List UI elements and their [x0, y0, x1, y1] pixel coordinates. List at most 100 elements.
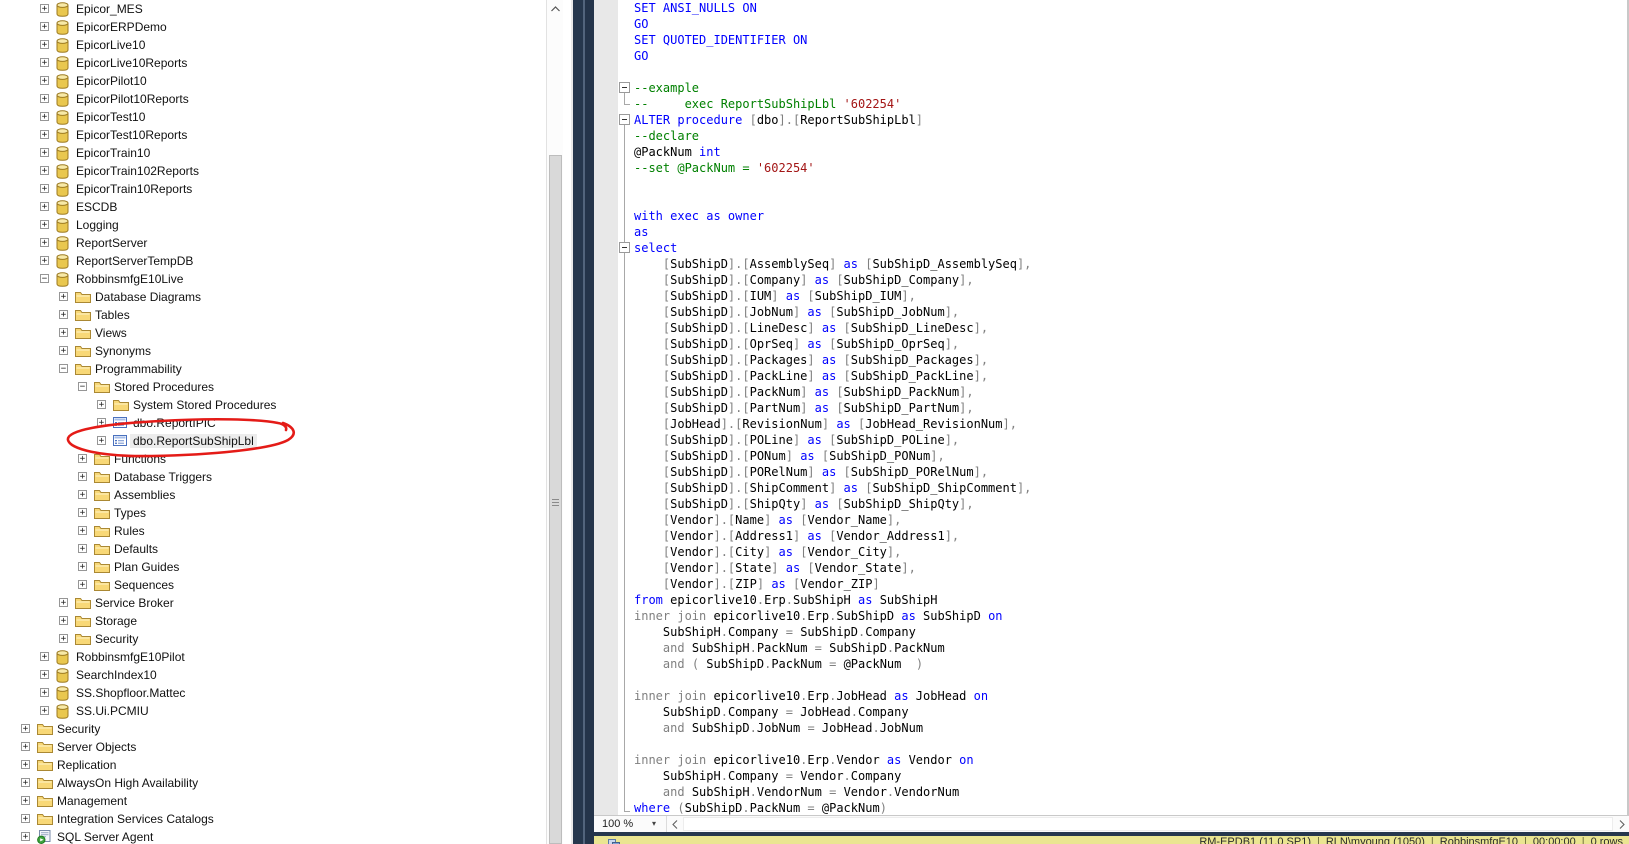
tree-item-epicortrain102reports[interactable]: +EpicorTrain102Reports — [0, 162, 545, 180]
expand-toggle-icon[interactable]: + — [78, 508, 87, 517]
expand-toggle-icon[interactable]: + — [59, 310, 68, 319]
expand-toggle-icon[interactable]: + — [40, 688, 49, 697]
horizontal-scrollbar-track[interactable] — [683, 817, 1613, 831]
expand-toggle-icon[interactable]: + — [78, 544, 87, 553]
tree-item-ss-shopfloor-mattec[interactable]: +SS.Shopfloor.Mattec — [0, 684, 545, 702]
zoom-dropdown-caret-icon[interactable]: ▾ — [652, 816, 656, 832]
tree-item-epicorerpdemo[interactable]: +EpicorERPDemo — [0, 18, 545, 36]
expand-toggle-icon[interactable]: + — [40, 58, 49, 67]
expand-toggle-icon[interactable]: + — [21, 814, 30, 823]
expand-toggle-icon[interactable]: + — [40, 148, 49, 157]
expand-toggle-icon[interactable]: + — [40, 184, 49, 193]
tree-item-security[interactable]: +Security — [0, 630, 545, 648]
tree-item-system-stored-procedures[interactable]: +System Stored Procedures — [0, 396, 545, 414]
expand-toggle-icon[interactable]: + — [78, 454, 87, 463]
expand-toggle-icon[interactable]: + — [59, 328, 68, 337]
expand-toggle-icon[interactable]: + — [97, 436, 106, 445]
tree-item-epicor-mes[interactable]: +Epicor_MES — [0, 0, 545, 18]
fold-collapse-toggle-icon[interactable] — [619, 114, 630, 125]
tree-item-synonyms[interactable]: +Synonyms — [0, 342, 545, 360]
tree-item-defaults[interactable]: +Defaults — [0, 540, 545, 558]
expand-toggle-icon[interactable]: + — [40, 4, 49, 13]
expand-toggle-icon[interactable]: + — [40, 670, 49, 679]
tree-item-assemblies[interactable]: +Assemblies — [0, 486, 545, 504]
tree-item-integration-services-catalogs[interactable]: +Integration Services Catalogs — [0, 810, 545, 828]
tree-item-replication[interactable]: +Replication — [0, 756, 545, 774]
tree-item-service-broker[interactable]: +Service Broker — [0, 594, 545, 612]
expand-toggle-icon[interactable]: + — [21, 832, 30, 841]
tree-item-alwayson-high-availability[interactable]: +AlwaysOn High Availability — [0, 774, 545, 792]
tree-item-epicorlive10reports[interactable]: +EpicorLive10Reports — [0, 54, 545, 72]
tree-item-dbo-reportsubshiplbl[interactable]: +dbo.ReportSubShipLbl — [0, 432, 545, 450]
tree-item-views[interactable]: +Views — [0, 324, 545, 342]
expand-toggle-icon[interactable]: + — [40, 166, 49, 175]
tree-item-storage[interactable]: +Storage — [0, 612, 545, 630]
tree-item-epicorpilot10[interactable]: +EpicorPilot10 — [0, 72, 545, 90]
tree-item-epicorpilot10reports[interactable]: +EpicorPilot10Reports — [0, 90, 545, 108]
scroll-left-arrow-icon[interactable] — [667, 816, 682, 832]
expand-toggle-icon[interactable]: + — [21, 760, 30, 769]
expand-toggle-icon[interactable]: + — [97, 418, 106, 427]
expand-toggle-icon[interactable]: + — [59, 634, 68, 643]
expand-toggle-icon[interactable]: + — [40, 706, 49, 715]
horizontal-scrollbar[interactable] — [666, 816, 1629, 832]
scrollbar-up-arrow-icon[interactable] — [547, 0, 564, 17]
sql-code-area[interactable]: SET ANSI_NULLS ONGOSET QUOTED_IDENTIFIER… — [594, 0, 1629, 815]
panel-splitter[interactable] — [571, 0, 594, 844]
tree-item-epicortrain10[interactable]: +EpicorTrain10 — [0, 144, 545, 162]
tree-item-robbinsmfge10live[interactable]: −RobbinsmfgE10Live — [0, 270, 545, 288]
expand-toggle-icon[interactable]: + — [21, 742, 30, 751]
tree-item-security[interactable]: +Security — [0, 720, 545, 738]
tree-item-robbinsmfge10pilot[interactable]: +RobbinsmfgE10Pilot — [0, 648, 545, 666]
tree-item-management[interactable]: +Management — [0, 792, 545, 810]
tree-item-tables[interactable]: +Tables — [0, 306, 545, 324]
expand-toggle-icon[interactable]: + — [59, 292, 68, 301]
expand-toggle-icon[interactable]: + — [40, 652, 49, 661]
tree-item-server-objects[interactable]: +Server Objects — [0, 738, 545, 756]
expand-toggle-icon[interactable]: + — [78, 490, 87, 499]
fold-collapse-toggle-icon[interactable] — [619, 82, 630, 93]
expand-toggle-icon[interactable]: + — [78, 562, 87, 571]
expand-toggle-icon[interactable]: + — [40, 40, 49, 49]
tree-item-epicorlive10[interactable]: +EpicorLive10 — [0, 36, 545, 54]
object-explorer-scrollbar[interactable] — [546, 0, 563, 844]
editor-zoom-control[interactable]: 100 % ▾ — [594, 816, 664, 832]
expand-toggle-icon[interactable]: + — [78, 526, 87, 535]
collapse-toggle-icon[interactable]: − — [59, 364, 68, 373]
expand-toggle-icon[interactable]: + — [78, 580, 87, 589]
scroll-right-arrow-icon[interactable] — [1614, 816, 1629, 832]
expand-toggle-icon[interactable]: + — [97, 400, 106, 409]
expand-toggle-icon[interactable]: + — [40, 220, 49, 229]
tree-item-epicortest10[interactable]: +EpicorTest10 — [0, 108, 545, 126]
expand-toggle-icon[interactable]: + — [40, 238, 49, 247]
scrollbar-thumb[interactable] — [549, 155, 562, 844]
expand-toggle-icon[interactable]: + — [59, 616, 68, 625]
tree-item-stored-procedures[interactable]: −Stored Procedures — [0, 378, 545, 396]
tree-item-reportserver[interactable]: +ReportServer — [0, 234, 545, 252]
expand-toggle-icon[interactable]: + — [21, 724, 30, 733]
tree-item-database-diagrams[interactable]: +Database Diagrams — [0, 288, 545, 306]
fold-collapse-toggle-icon[interactable] — [619, 242, 630, 253]
expand-toggle-icon[interactable]: + — [78, 472, 87, 481]
collapse-toggle-icon[interactable]: − — [78, 382, 87, 391]
tree-item-programmability[interactable]: −Programmability — [0, 360, 545, 378]
expand-toggle-icon[interactable]: + — [21, 778, 30, 787]
tree-item-plan-guides[interactable]: +Plan Guides — [0, 558, 545, 576]
tree-item-epicortest10reports[interactable]: +EpicorTest10Reports — [0, 126, 545, 144]
tree-item-searchindex10[interactable]: +SearchIndex10 — [0, 666, 545, 684]
tree-item-rules[interactable]: +Rules — [0, 522, 545, 540]
expand-toggle-icon[interactable]: + — [40, 94, 49, 103]
expand-toggle-icon[interactable]: + — [40, 256, 49, 265]
tree-item-sequences[interactable]: +Sequences — [0, 576, 545, 594]
expand-toggle-icon[interactable]: + — [40, 22, 49, 31]
collapse-toggle-icon[interactable]: − — [40, 274, 49, 283]
tree-item-database-triggers[interactable]: +Database Triggers — [0, 468, 545, 486]
tree-item-dbo-reportipic[interactable]: +dbo.ReportIPIC — [0, 414, 545, 432]
expand-toggle-icon[interactable]: + — [59, 346, 68, 355]
expand-toggle-icon[interactable]: + — [59, 598, 68, 607]
tree-item-reportservertempdb[interactable]: +ReportServerTempDB — [0, 252, 545, 270]
expand-toggle-icon[interactable]: + — [40, 76, 49, 85]
tree-item-functions[interactable]: +Functions — [0, 450, 545, 468]
tree-item-sql-server-agent[interactable]: +SQL Server Agent — [0, 828, 545, 844]
tree-item-escdb[interactable]: +ESCDB — [0, 198, 545, 216]
